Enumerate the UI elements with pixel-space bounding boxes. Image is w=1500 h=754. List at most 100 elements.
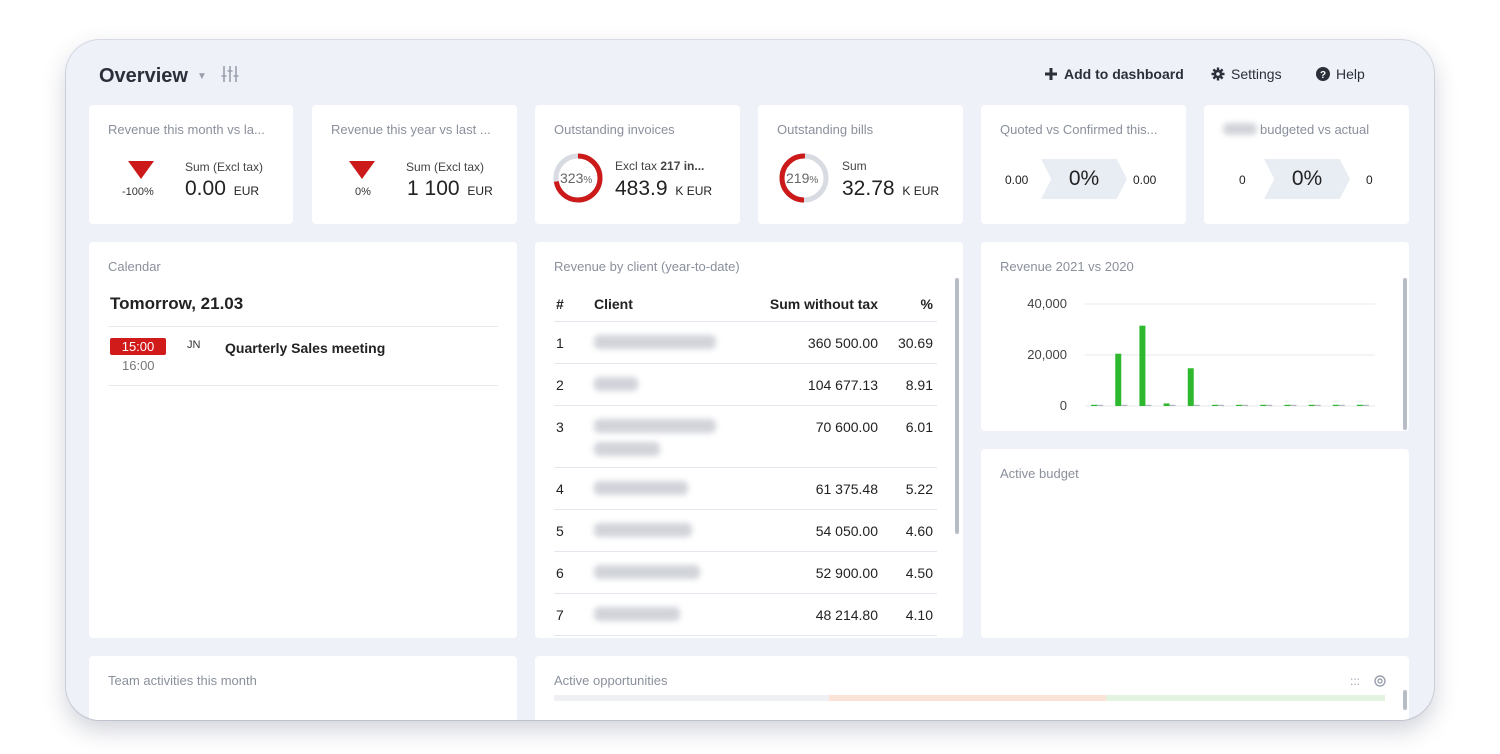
column-header-num[interactable]: #: [554, 296, 594, 312]
table-row[interactable]: 2 104 677.13 8.91: [554, 364, 937, 406]
chart-bar[interactable]: [1091, 404, 1098, 406]
card-title: Active budget: [1000, 466, 1079, 481]
card-title: Team activities this month: [108, 673, 257, 688]
table-header: # Client Sum without tax %: [554, 286, 937, 322]
y-tick-label: 40,000: [1027, 296, 1067, 311]
active-opportunities-card: Active opportunities :::: [535, 656, 1409, 720]
chart-bar[interactable]: [1236, 404, 1243, 406]
kpi-budgeted-actual-card[interactable]: budgeted vs actual 0 0% 0: [1204, 105, 1409, 224]
down-triangle-icon: [128, 161, 154, 179]
budgeted-value: 0: [1239, 173, 1246, 187]
settings-label: Settings: [1231, 66, 1282, 82]
help-label: Help: [1336, 66, 1365, 82]
chart-bar[interactable]: [1193, 404, 1200, 406]
actual-value: 0: [1366, 173, 1373, 187]
quoted-value: 0.00: [1005, 173, 1029, 187]
row-sum: 52 900.00: [815, 565, 878, 581]
chart-bar[interactable]: [1332, 404, 1339, 406]
kpi-revenue-month-card[interactable]: Revenue this month vs la... -100% Sum (E…: [89, 105, 293, 224]
kpi-label: Sum: [842, 159, 867, 173]
chart-bar[interactable]: [1115, 353, 1122, 406]
row-sum: 104 677.13: [807, 377, 878, 393]
revenue-bar-chart: 40,000 20,000 0: [1027, 296, 1375, 413]
chart-bar[interactable]: [1163, 403, 1170, 406]
kpi-label: Sum (Excl tax): [185, 160, 264, 174]
chart-bar[interactable]: [1242, 404, 1249, 406]
revenue-chart-card: Revenue 2021 vs 2020 40,000 20,000 0: [981, 242, 1409, 431]
card-title: Outstanding invoices: [554, 122, 675, 137]
chart-bar[interactable]: [1338, 404, 1345, 406]
kpi-value: 1 100 EUR: [407, 177, 493, 200]
table-row[interactable]: 1 360 500.00 30.69: [554, 322, 937, 364]
row-num: 3: [556, 419, 564, 435]
drag-handle-icon[interactable]: :::: [1350, 674, 1360, 688]
chart-bar[interactable]: [1145, 404, 1152, 406]
card-title: budgeted vs actual: [1260, 122, 1370, 137]
svg-text:?: ?: [1320, 70, 1326, 81]
settings-button[interactable]: Settings: [1211, 66, 1282, 82]
table-row[interactable]: 5 54 050.00 4.60: [554, 510, 937, 552]
chart-bar[interactable]: [1290, 404, 1297, 406]
chart-bar[interactable]: [1121, 404, 1128, 406]
add-to-dashboard-button[interactable]: Add to dashboard: [1044, 66, 1184, 82]
page-title[interactable]: Overview: [99, 65, 188, 88]
chart-bar[interactable]: [1217, 404, 1224, 406]
card-title: Quoted vs Confirmed this...: [1000, 122, 1158, 137]
row-sum: 54 050.00: [815, 523, 878, 539]
column-header-sum[interactable]: Sum without tax: [744, 296, 878, 312]
row-percent: 4.60: [905, 523, 933, 539]
confirmed-value: 0.00: [1133, 173, 1157, 187]
pipeline-stage-bar: [829, 695, 1106, 701]
chart-bar[interactable]: [1284, 404, 1291, 406]
chart-bar[interactable]: [1356, 404, 1363, 406]
chart-bar[interactable]: [1097, 404, 1104, 406]
column-header-client[interactable]: Client: [594, 296, 744, 312]
chart-bar[interactable]: [1187, 368, 1194, 406]
kpi-label: Excl tax 217 in...: [615, 159, 705, 173]
gear-icon[interactable]: [1373, 674, 1387, 688]
table-row[interactable]: 6 52 900.00 4.50: [554, 552, 937, 594]
chart-bar[interactable]: [1260, 404, 1267, 406]
kpi-revenue-year-card[interactable]: Revenue this year vs last ... 0% Sum (Ex…: [312, 105, 517, 224]
kpi-value: 0.00 EUR: [185, 177, 260, 200]
chart-bar[interactable]: [1266, 404, 1273, 406]
kpi-outstanding-bills-card[interactable]: Outstanding bills 219% Sum 32.78 K EUR: [758, 105, 963, 224]
divider: [108, 326, 498, 327]
y-tick-label: 20,000: [1027, 347, 1067, 362]
row-percent: 6.01: [905, 419, 933, 435]
table-row[interactable]: 3 70 600.00 6.01: [554, 406, 937, 468]
chart-bar[interactable]: [1211, 404, 1218, 406]
chart-bar[interactable]: [1308, 404, 1315, 406]
dashboard-window: Overview ▼ Add to dashboard Settings ? H…: [66, 40, 1434, 720]
opportunities-scrollbar[interactable]: [1403, 690, 1407, 710]
chart-bar[interactable]: [1362, 404, 1369, 406]
kpi-quoted-confirmed-card[interactable]: Quoted vs Confirmed this... 0.00 0% 0.00: [981, 105, 1186, 224]
table-row[interactable]: 7 48 214.80 4.10: [554, 594, 937, 636]
client-name-redacted: [594, 607, 744, 624]
change-percent: -100%: [122, 186, 154, 198]
card-title: Revenue by client (year-to-date): [554, 259, 740, 274]
card-title: Calendar: [108, 259, 161, 274]
chart-bar[interactable]: [1139, 325, 1146, 406]
column-header-percent[interactable]: %: [878, 296, 937, 312]
sliders-icon[interactable]: [220, 64, 240, 84]
table-row[interactable]: 4 61 375.48 5.22: [554, 468, 937, 510]
client-name-redacted: [594, 523, 744, 540]
row-sum: 48 214.80: [815, 607, 878, 623]
card-title: Outstanding bills: [777, 122, 874, 137]
team-activities-card: Team activities this month: [89, 656, 517, 720]
row-num: 2: [556, 377, 564, 393]
row-percent: 4.50: [905, 565, 933, 581]
card-title: Revenue this month vs la...: [108, 122, 265, 137]
kpi-value: 32.78 K EUR: [842, 177, 940, 200]
client-name-redacted: [594, 377, 744, 394]
donut-percent: 323%: [560, 170, 593, 186]
y-tick-label: 0: [1060, 398, 1067, 413]
chevron-down-icon[interactable]: ▼: [197, 71, 207, 82]
table-scrollbar[interactable]: [955, 278, 959, 534]
help-button[interactable]: ? Help: [1316, 66, 1365, 82]
chart-scrollbar[interactable]: [1403, 278, 1407, 430]
chart-bar[interactable]: [1169, 404, 1176, 406]
chart-bar[interactable]: [1314, 404, 1321, 406]
kpi-outstanding-invoices-card[interactable]: Outstanding invoices 323% Excl tax 217 i…: [535, 105, 740, 224]
